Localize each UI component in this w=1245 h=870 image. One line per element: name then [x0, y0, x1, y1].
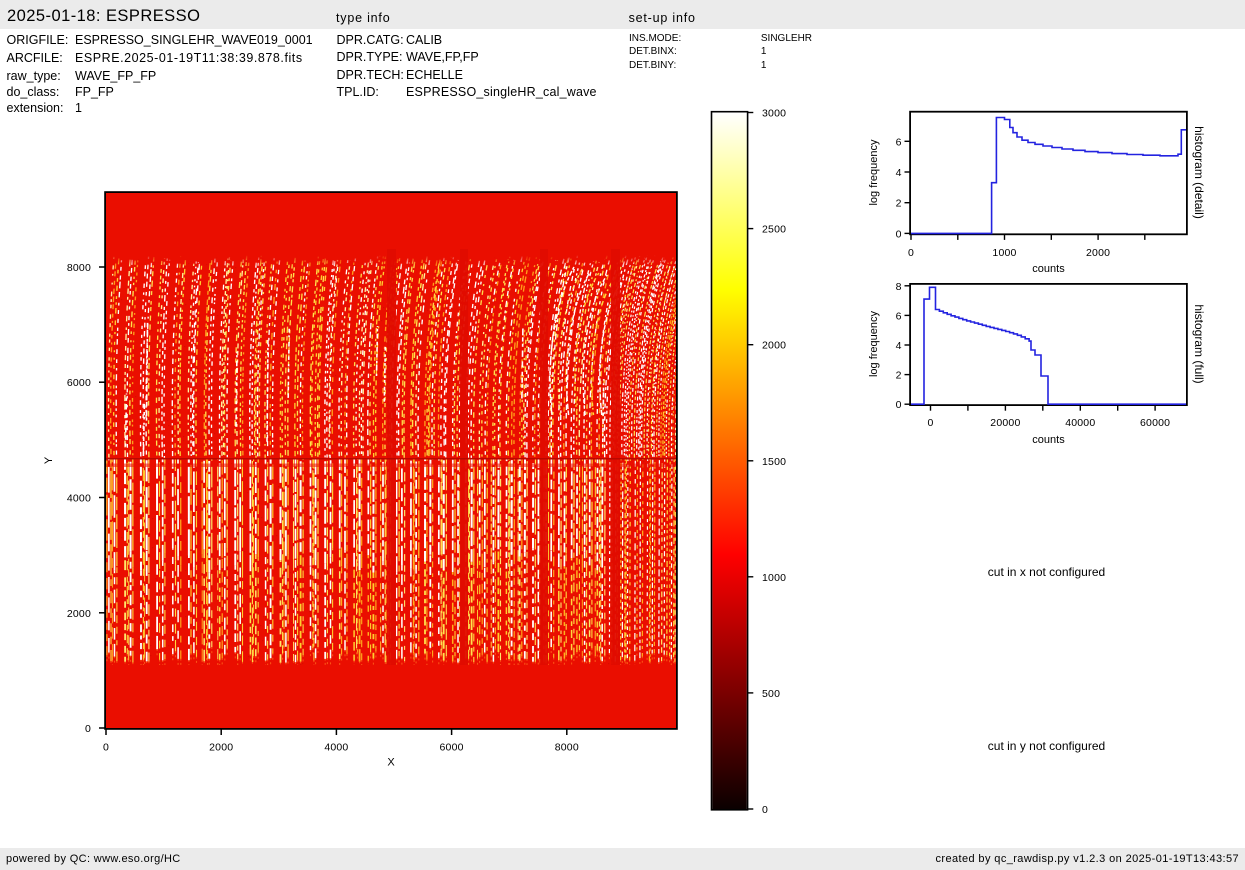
svg-text:0: 0 — [103, 742, 109, 754]
svg-text:0: 0 — [896, 399, 902, 411]
svg-text:0: 0 — [85, 723, 91, 735]
svg-text:0: 0 — [908, 247, 914, 259]
svg-text:histogram (detail): histogram (detail) — [1192, 126, 1206, 219]
svg-text:0: 0 — [762, 804, 768, 816]
svg-text:4: 4 — [896, 167, 902, 179]
svg-text:histogram (full): histogram (full) — [1192, 304, 1206, 383]
svg-text:1000: 1000 — [992, 247, 1016, 259]
svg-text:6000: 6000 — [440, 742, 464, 754]
svg-text:6: 6 — [896, 310, 902, 322]
svg-text:8000: 8000 — [67, 262, 91, 274]
svg-text:2000: 2000 — [67, 608, 91, 620]
svg-text:40000: 40000 — [1065, 417, 1095, 429]
svg-text:2500: 2500 — [762, 224, 786, 236]
svg-text:cut in x not configured: cut in x not configured — [988, 565, 1105, 579]
svg-text:X: X — [387, 757, 395, 769]
svg-text:60000: 60000 — [1140, 417, 1170, 429]
svg-text:log frequency: log frequency — [868, 139, 880, 206]
svg-text:0: 0 — [896, 228, 902, 240]
svg-text:2000: 2000 — [762, 340, 786, 352]
svg-text:counts: counts — [1032, 434, 1065, 446]
svg-text:2: 2 — [896, 370, 902, 382]
svg-text:20000: 20000 — [990, 417, 1020, 429]
svg-text:0: 0 — [927, 417, 933, 429]
svg-text:2000: 2000 — [1086, 247, 1110, 259]
svg-text:500: 500 — [762, 688, 780, 700]
svg-text:6: 6 — [896, 136, 902, 148]
svg-text:log frequency: log frequency — [868, 310, 880, 377]
svg-text:4000: 4000 — [324, 742, 348, 754]
svg-text:6000: 6000 — [67, 377, 91, 389]
svg-text:counts: counts — [1032, 263, 1065, 275]
svg-text:Y: Y — [43, 456, 55, 464]
svg-text:2: 2 — [896, 198, 902, 210]
svg-text:1500: 1500 — [762, 456, 786, 468]
svg-text:8: 8 — [896, 281, 902, 293]
svg-text:4: 4 — [896, 340, 902, 352]
svg-text:4000: 4000 — [67, 493, 91, 505]
svg-text:cut in y not configured: cut in y not configured — [988, 739, 1105, 753]
svg-text:2000: 2000 — [209, 742, 233, 754]
svg-text:1000: 1000 — [762, 572, 786, 584]
svg-text:8000: 8000 — [555, 742, 579, 754]
svg-text:3000: 3000 — [762, 108, 786, 120]
